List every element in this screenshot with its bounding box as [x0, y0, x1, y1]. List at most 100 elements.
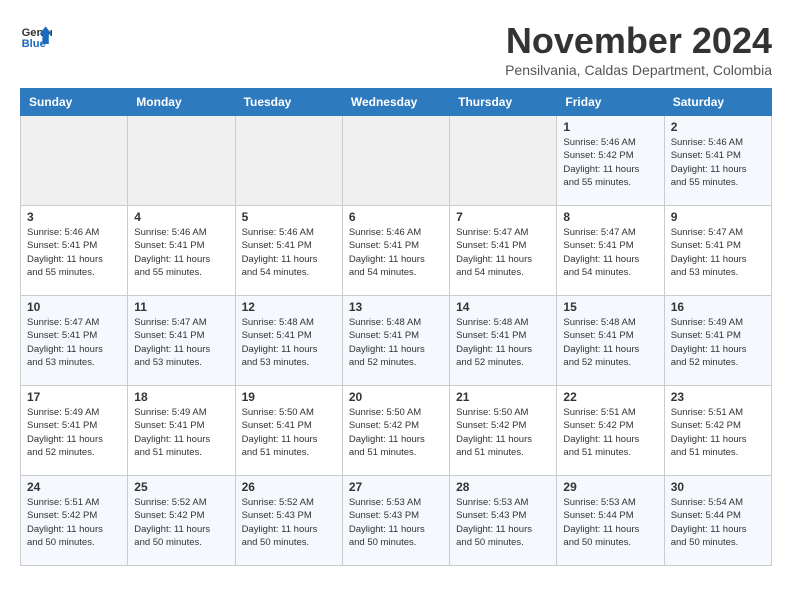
- weekday-header: Sunday: [21, 89, 128, 116]
- calendar-cell: 30 Sunrise: 5:54 AM Sunset: 5:44 PM Dayli…: [664, 476, 771, 566]
- calendar-cell: 24 Sunrise: 5:51 AM Sunset: 5:42 PM Dayli…: [21, 476, 128, 566]
- calendar-cell: 29Sunrise: 5:53 AM Sunset: 5:44 PM Dayli…: [557, 476, 664, 566]
- svg-text:Blue: Blue: [22, 38, 46, 50]
- calendar-cell: [21, 116, 128, 206]
- day-number: 17: [27, 390, 121, 404]
- day-number: 2: [671, 120, 765, 134]
- day-number: 8: [563, 210, 657, 224]
- calendar-cell: 7 Sunrise: 5:47 AM Sunset: 5:41 PM Daylig…: [450, 206, 557, 296]
- day-info: Sunrise: 5:52 AM Sunset: 5:43 PM Dayligh…: [242, 496, 336, 549]
- day-info: Sunrise: 5:50 AM Sunset: 5:42 PM Dayligh…: [456, 406, 550, 459]
- day-info: Sunrise: 5:46 AM Sunset: 5:41 PM Dayligh…: [134, 226, 228, 279]
- day-number: 26: [242, 480, 336, 494]
- logo-icon: General Blue: [20, 20, 52, 52]
- day-info: Sunrise: 5:50 AM Sunset: 5:42 PM Dayligh…: [349, 406, 443, 459]
- calendar-week-row: 10 Sunrise: 5:47 AM Sunset: 5:41 PM Dayli…: [21, 296, 772, 386]
- day-info: Sunrise: 5:53 AM Sunset: 5:44 PM Dayligh…: [563, 496, 657, 549]
- calendar-cell: 18 Sunrise: 5:49 AM Sunset: 5:41 PM Dayli…: [128, 386, 235, 476]
- day-number: 3: [27, 210, 121, 224]
- weekday-header: Monday: [128, 89, 235, 116]
- day-number: 14: [456, 300, 550, 314]
- calendar-cell: 21 Sunrise: 5:50 AM Sunset: 5:42 PM Dayli…: [450, 386, 557, 476]
- day-info: Sunrise: 5:54 AM Sunset: 5:44 PM Dayligh…: [671, 496, 765, 549]
- day-number: 25: [134, 480, 228, 494]
- weekday-header: Friday: [557, 89, 664, 116]
- calendar-cell: [450, 116, 557, 206]
- calendar-cell: 25 Sunrise: 5:52 AM Sunset: 5:42 PM Dayli…: [128, 476, 235, 566]
- weekday-header-row: SundayMondayTuesdayWednesdayThursdayFrid…: [21, 89, 772, 116]
- calendar-cell: 23 Sunrise: 5:51 AM Sunset: 5:42 PM Dayli…: [664, 386, 771, 476]
- day-info: Sunrise: 5:46 AM Sunset: 5:42 PM Dayligh…: [563, 136, 657, 189]
- title-block: November 2024 Pensilvania, Caldas Depart…: [505, 20, 772, 78]
- day-number: 24: [27, 480, 121, 494]
- day-info: Sunrise: 5:53 AM Sunset: 5:43 PM Dayligh…: [456, 496, 550, 549]
- day-info: Sunrise: 5:48 AM Sunset: 5:41 PM Dayligh…: [563, 316, 657, 369]
- calendar-cell: 3Sunrise: 5:46 AM Sunset: 5:41 PM Daylig…: [21, 206, 128, 296]
- calendar-cell: [342, 116, 449, 206]
- day-info: Sunrise: 5:47 AM Sunset: 5:41 PM Dayligh…: [671, 226, 765, 279]
- day-number: 22: [563, 390, 657, 404]
- day-info: Sunrise: 5:48 AM Sunset: 5:41 PM Dayligh…: [242, 316, 336, 369]
- day-number: 12: [242, 300, 336, 314]
- day-info: Sunrise: 5:49 AM Sunset: 5:41 PM Dayligh…: [27, 406, 121, 459]
- logo: General Blue: [20, 20, 52, 52]
- day-info: Sunrise: 5:47 AM Sunset: 5:41 PM Dayligh…: [563, 226, 657, 279]
- weekday-header: Wednesday: [342, 89, 449, 116]
- day-number: 21: [456, 390, 550, 404]
- day-number: 6: [349, 210, 443, 224]
- calendar-cell: 1 Sunrise: 5:46 AM Sunset: 5:42 PM Daylig…: [557, 116, 664, 206]
- calendar-cell: 14 Sunrise: 5:48 AM Sunset: 5:41 PM Dayli…: [450, 296, 557, 386]
- calendar-cell: 26 Sunrise: 5:52 AM Sunset: 5:43 PM Dayli…: [235, 476, 342, 566]
- day-info: Sunrise: 5:49 AM Sunset: 5:41 PM Dayligh…: [671, 316, 765, 369]
- calendar-week-row: 3 Sunrise: 5:46 AM Sunset: 5:41 PM Daylig…: [21, 206, 772, 296]
- weekday-header: Tuesday: [235, 89, 342, 116]
- calendar-cell: 12 Sunrise: 5:48 AM Sunset: 5:41 PM Dayli…: [235, 296, 342, 386]
- day-info: Sunrise: 5:49 AM Sunset: 5:41 PM Dayligh…: [134, 406, 228, 459]
- calendar-cell: 20 Sunrise: 5:50 AM Sunset: 5:42 PM Dayli…: [342, 386, 449, 476]
- calendar-cell: 27 Sunrise: 5:53 AM Sunset: 5:43 PM Dayli…: [342, 476, 449, 566]
- day-number: 7: [456, 210, 550, 224]
- day-info: Sunrise: 5:52 AM Sunset: 5:42 PM Dayligh…: [134, 496, 228, 549]
- day-info: Sunrise: 5:51 AM Sunset: 5:42 PM Dayligh…: [563, 406, 657, 459]
- day-info: Sunrise: 5:47 AM Sunset: 5:41 PM Dayligh…: [134, 316, 228, 369]
- calendar-cell: 17 Sunrise: 5:49 AM Sunset: 5:41 PM Dayli…: [21, 386, 128, 476]
- weekday-header: Saturday: [664, 89, 771, 116]
- calendar-week-row: 1 Sunrise: 5:46 AM Sunset: 5:42 PM Daylig…: [21, 116, 772, 206]
- day-number: 27: [349, 480, 443, 494]
- calendar-cell: [235, 116, 342, 206]
- calendar-cell: 22 Sunrise: 5:51 AM Sunset: 5:42 PM Dayli…: [557, 386, 664, 476]
- calendar-week-row: 17 Sunrise: 5:49 AM Sunset: 5:41 PM Dayli…: [21, 386, 772, 476]
- day-number: 13: [349, 300, 443, 314]
- calendar-week-row: 24 Sunrise: 5:51 AM Sunset: 5:42 PM Dayli…: [21, 476, 772, 566]
- day-info: Sunrise: 5:48 AM Sunset: 5:41 PM Dayligh…: [456, 316, 550, 369]
- day-info: Sunrise: 5:51 AM Sunset: 5:42 PM Dayligh…: [27, 496, 121, 549]
- calendar-cell: 10 Sunrise: 5:47 AM Sunset: 5:41 PM Dayli…: [21, 296, 128, 386]
- calendar-cell: 2Sunrise: 5:46 AM Sunset: 5:41 PM Daylig…: [664, 116, 771, 206]
- day-info: Sunrise: 5:47 AM Sunset: 5:41 PM Dayligh…: [27, 316, 121, 369]
- day-info: Sunrise: 5:51 AM Sunset: 5:42 PM Dayligh…: [671, 406, 765, 459]
- calendar-cell: [128, 116, 235, 206]
- day-info: Sunrise: 5:47 AM Sunset: 5:41 PM Dayligh…: [456, 226, 550, 279]
- day-info: Sunrise: 5:53 AM Sunset: 5:43 PM Dayligh…: [349, 496, 443, 549]
- day-number: 10: [27, 300, 121, 314]
- day-number: 18: [134, 390, 228, 404]
- calendar-table: SundayMondayTuesdayWednesdayThursdayFrid…: [20, 88, 772, 566]
- day-info: Sunrise: 5:50 AM Sunset: 5:41 PM Dayligh…: [242, 406, 336, 459]
- calendar-cell: 13 Sunrise: 5:48 AM Sunset: 5:41 PM Dayli…: [342, 296, 449, 386]
- calendar-cell: 16Sunrise: 5:49 AM Sunset: 5:41 PM Dayli…: [664, 296, 771, 386]
- day-number: 4: [134, 210, 228, 224]
- calendar-cell: 9Sunrise: 5:47 AM Sunset: 5:41 PM Daylig…: [664, 206, 771, 296]
- day-number: 30: [671, 480, 765, 494]
- day-number: 5: [242, 210, 336, 224]
- location: Pensilvania, Caldas Department, Colombia: [505, 62, 772, 78]
- month-title: November 2024: [505, 20, 772, 62]
- day-number: 23: [671, 390, 765, 404]
- calendar-cell: 28Sunrise: 5:53 AM Sunset: 5:43 PM Dayli…: [450, 476, 557, 566]
- day-info: Sunrise: 5:46 AM Sunset: 5:41 PM Dayligh…: [242, 226, 336, 279]
- calendar-cell: 8 Sunrise: 5:47 AM Sunset: 5:41 PM Daylig…: [557, 206, 664, 296]
- calendar-cell: 15Sunrise: 5:48 AM Sunset: 5:41 PM Dayli…: [557, 296, 664, 386]
- day-number: 20: [349, 390, 443, 404]
- day-number: 1: [563, 120, 657, 134]
- day-info: Sunrise: 5:48 AM Sunset: 5:41 PM Dayligh…: [349, 316, 443, 369]
- calendar-cell: 19Sunrise: 5:50 AM Sunset: 5:41 PM Dayli…: [235, 386, 342, 476]
